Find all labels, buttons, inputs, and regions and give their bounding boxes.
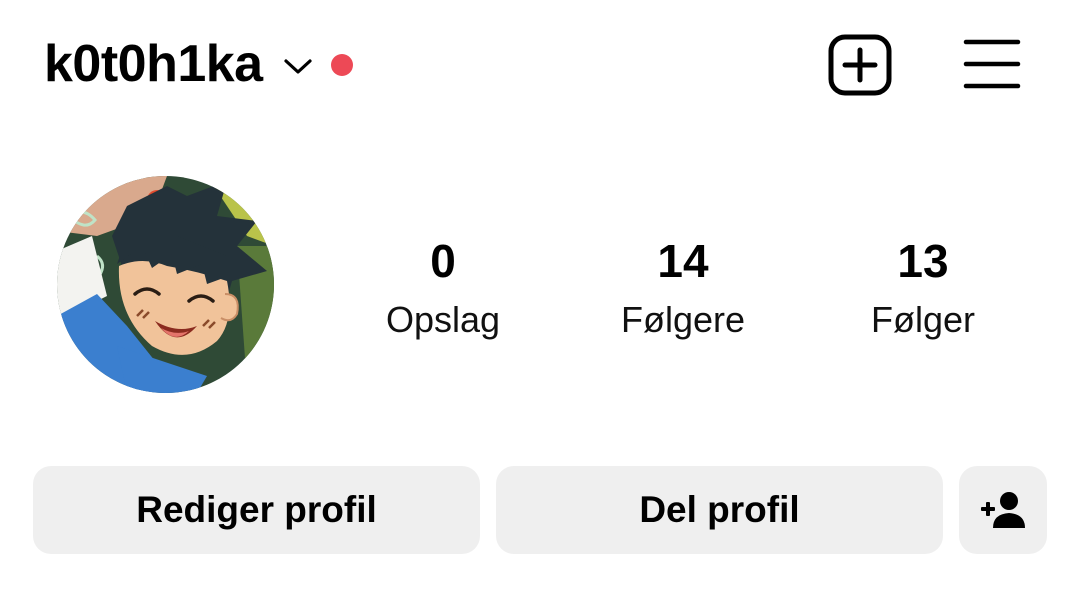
username: k0t0h1ka bbox=[44, 35, 263, 93]
avatar[interactable] bbox=[57, 176, 274, 393]
posts-label: Opslag bbox=[385, 299, 501, 340]
followers-count: 14 bbox=[657, 235, 709, 287]
edit-profile-button[interactable]: Rediger profil bbox=[33, 466, 480, 554]
followers-label: Følgere bbox=[620, 299, 746, 340]
following-label: Følger bbox=[870, 299, 975, 340]
menu-button[interactable] bbox=[960, 34, 1024, 94]
chevron-down-icon bbox=[283, 56, 313, 76]
notification-dot bbox=[330, 54, 353, 76]
stat-following[interactable]: 13 Følger bbox=[803, 224, 1043, 342]
add-person-icon bbox=[981, 492, 1025, 528]
stat-posts[interactable]: 0 Opslag bbox=[323, 224, 563, 342]
posts-count: 0 bbox=[430, 235, 456, 287]
discover-people-button[interactable] bbox=[959, 466, 1047, 554]
create-button[interactable] bbox=[826, 32, 894, 98]
profile-stats: 0 Opslag 14 Følgere 13 Følger bbox=[323, 224, 1043, 354]
following-count: 13 bbox=[897, 235, 949, 287]
profile-header: k0t0h1ka bbox=[0, 0, 1080, 130]
plus-square-icon bbox=[828, 34, 892, 96]
hamburger-menu-icon bbox=[963, 39, 1021, 89]
share-profile-button[interactable]: Del profil bbox=[496, 466, 943, 554]
stat-followers[interactable]: 14 Følgere bbox=[563, 224, 803, 342]
account-switcher[interactable]: k0t0h1ka bbox=[44, 28, 353, 100]
